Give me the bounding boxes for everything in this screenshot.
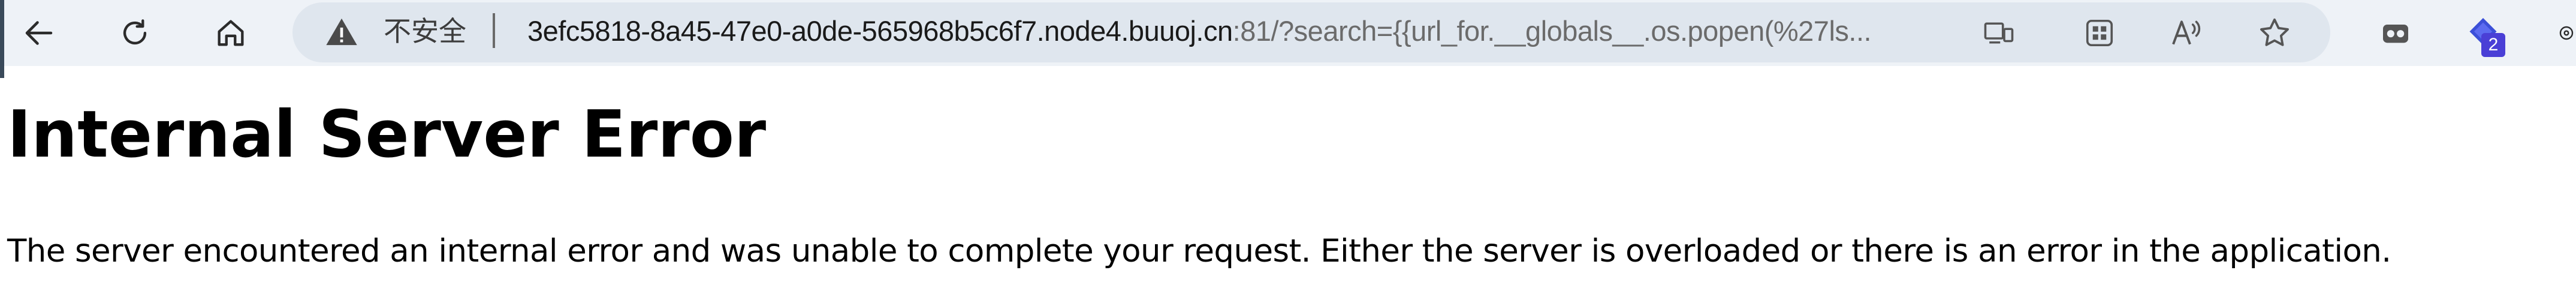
url-path: :81/?search={{url_for.__globals__.os.pop…	[1232, 15, 1872, 47]
read-aloud-icon	[2172, 20, 2201, 45]
window-edge	[0, 0, 4, 78]
apps-grid-icon	[2086, 19, 2113, 47]
back-arrow-icon	[25, 21, 53, 45]
favorite-star-icon	[2260, 18, 2289, 46]
reload-button[interactable]	[113, 11, 157, 55]
address-separator	[493, 13, 495, 48]
screencast-button[interactable]	[1978, 12, 2020, 54]
url-text[interactable]: 3efc5818-8a45-47e0-a0de-565968b5c6f7.nod…	[527, 14, 1872, 49]
home-button[interactable]	[209, 11, 253, 55]
favorite-button[interactable]	[2254, 12, 2296, 54]
error-message: The server encountered an internal error…	[7, 233, 2391, 269]
tab-actions-button[interactable]	[2375, 12, 2417, 54]
apps-button[interactable]	[2079, 12, 2120, 54]
read-aloud-button[interactable]	[2165, 12, 2207, 54]
url-host: 3efc5818-8a45-47e0-a0de-565968b5c6f7.nod…	[527, 15, 1233, 47]
tab-actions-icon	[2383, 25, 2408, 43]
extension-badge: 2	[2481, 33, 2505, 57]
warning-icon[interactable]	[325, 16, 358, 47]
home-icon	[218, 20, 244, 46]
reload-icon	[123, 19, 147, 45]
security-status-label[interactable]: 不安全	[384, 14, 466, 48]
back-button[interactable]	[17, 11, 61, 55]
screencast-icon	[1984, 22, 2014, 44]
browser-toolbar: 不安全 3efc5818-8a45-47e0-a0de-565968b5c6f7…	[0, 0, 2576, 78]
browser-menu-button[interactable]	[2547, 12, 2576, 54]
page-title: Internal Server Error	[7, 97, 767, 172]
gear-icon	[2559, 26, 2574, 40]
